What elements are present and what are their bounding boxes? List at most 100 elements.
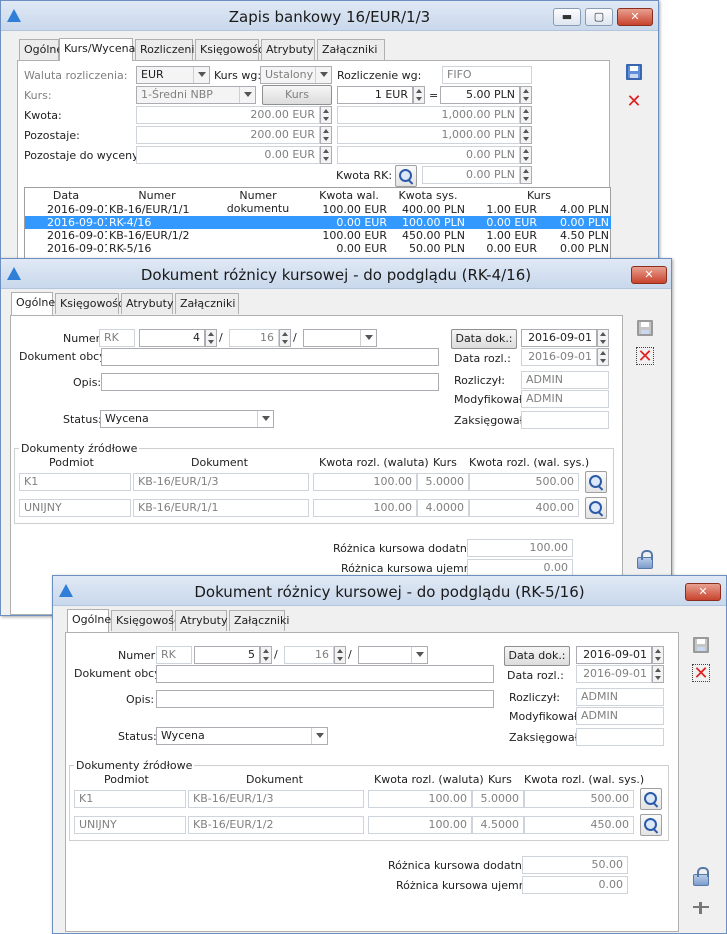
zaksiegowal-field[interactable]	[576, 728, 664, 746]
dok-obcy-field[interactable]	[101, 348, 439, 366]
kwota-field[interactable]: 100.00	[368, 816, 472, 834]
data-rozl-field[interactable]: 2016-09-01	[576, 665, 652, 683]
kwota-field[interactable]: 100.00	[368, 790, 472, 808]
pozostaje-wyc-eur-spinner[interactable]	[320, 146, 332, 164]
kwota-pln-field[interactable]: 1,000.00 PLN	[337, 106, 520, 124]
list-item[interactable]: UNIJNY KB-16/EUR/1/2 100.00 4.5000 450.0…	[70, 814, 670, 837]
save-button[interactable]	[623, 61, 645, 83]
close-icon[interactable]: ✕	[631, 266, 667, 284]
title-bar[interactable]: Dokument różnicy kursowej - do podglądu …	[53, 576, 726, 606]
list-item[interactable]: K1 KB-16/EUR/1/3 100.00 5.0000 500.00	[70, 788, 670, 810]
search-icon[interactable]	[585, 497, 607, 519]
numer-year-spinner[interactable]	[334, 646, 346, 664]
kwota-sys-field[interactable]: 500.00	[469, 473, 579, 491]
opis-field[interactable]	[101, 373, 439, 391]
title-bar[interactable]: Zapis bankowy 16/EUR/1/3 ▬ ▢ ✕	[1, 1, 658, 31]
col-data[interactable]: Data	[25, 189, 107, 203]
data-dok-spinner[interactable]	[597, 329, 609, 347]
col-numer[interactable]: Numer	[107, 189, 207, 203]
title-bar[interactable]: Dokument różnicy kursowej - do podglądu …	[1, 259, 671, 289]
numer-year-spinner[interactable]	[279, 329, 291, 347]
pozostaje-eur-spinner[interactable]	[320, 126, 332, 144]
podmiot-field[interactable]: K1	[19, 473, 131, 491]
maximize-icon[interactable]: ▢	[585, 8, 613, 26]
tab-ogolne[interactable]: Ogólne	[19, 39, 63, 60]
rozliczenie-wg-field[interactable]: FIFO	[442, 66, 532, 84]
table-row[interactable]: 2016-09-01 RK-5/16 0.00 EUR 50.00 PLN 0.…	[25, 242, 611, 255]
kurs-button[interactable]: Kurs	[262, 85, 332, 105]
tab-atrybuty[interactable]: Atrybuty	[175, 610, 227, 631]
kurs-wg-select[interactable]: Ustalony	[260, 66, 332, 84]
kwota-sys-field[interactable]: 400.00	[469, 499, 579, 517]
podmiot-field[interactable]: UNIJNY	[19, 499, 131, 517]
pozostaje-pln-field[interactable]: 1,000.00 PLN	[337, 126, 520, 144]
minimize-icon[interactable]: ▬	[553, 8, 581, 26]
lock-button[interactable]	[634, 549, 656, 571]
dok-obcy-field[interactable]	[156, 665, 494, 683]
series-select[interactable]	[303, 329, 377, 347]
kurs-pln-spinner[interactable]	[520, 86, 532, 104]
kurs-field[interactable]: 5.0000	[472, 790, 524, 808]
data-dok-field[interactable]: 2016-09-01	[521, 329, 597, 347]
data-dok-field[interactable]: 2016-09-01	[576, 646, 652, 664]
podmiot-field[interactable]: K1	[74, 790, 186, 808]
tab-zalaczniki[interactable]: Załączniki	[229, 610, 289, 631]
table-row-selected[interactable]: 2016-09-01 RK-4/16 0.00 EUR 100.00 PLN 0…	[25, 216, 611, 229]
tab-ksiegowosc[interactable]: Księgowość	[55, 293, 124, 314]
list-item[interactable]: UNIJNY KB-16/EUR/1/1 100.00 4.0000 400.0…	[15, 497, 615, 520]
numer-no-field[interactable]: 5	[194, 646, 260, 664]
tab-zalaczniki[interactable]: Załączniki	[317, 39, 385, 60]
tab-atrybuty[interactable]: Atrybuty	[121, 293, 173, 314]
kwota-eur-field[interactable]: 200.00 EUR	[136, 106, 320, 124]
table-row[interactable]: 2016-09-01 KB-16/EUR/1/1 100.00 EUR 400.…	[25, 203, 611, 216]
kwota-sys-field[interactable]: 450.00	[524, 816, 634, 834]
rozliczyl-field[interactable]: ADMIN	[521, 371, 609, 389]
search-icon[interactable]	[395, 165, 417, 187]
tab-kurs-wycena[interactable]: Kurs/Wycena	[59, 38, 135, 61]
close-icon[interactable]: ✕	[685, 583, 721, 601]
kwota-field[interactable]: 100.00	[313, 473, 417, 491]
search-icon[interactable]	[585, 471, 607, 493]
search-icon[interactable]	[640, 788, 662, 810]
tab-atrybuty[interactable]: Atrybuty	[261, 39, 315, 60]
col-numer-dokumentu[interactable]: Numer dokumentu	[207, 189, 309, 215]
dodatnia-field[interactable]: 100.00	[467, 539, 573, 557]
ujemna-field[interactable]: 0.00	[522, 876, 628, 894]
save-button[interactable]	[690, 634, 712, 656]
status-select[interactable]: Wycena	[100, 410, 274, 428]
tab-ksiegowosc[interactable]: Księgowość	[111, 610, 180, 631]
dokument-field[interactable]: KB-16/EUR/1/3	[133, 473, 309, 491]
zaksiegowal-field[interactable]	[521, 411, 609, 429]
kurs-field[interactable]: 5.0000	[417, 473, 469, 491]
status-select[interactable]: Wycena	[156, 727, 328, 745]
save-button[interactable]	[634, 317, 656, 339]
kwota-rk-spinner[interactable]	[520, 166, 532, 184]
kurs-field[interactable]: 4.5000	[472, 816, 524, 834]
kwota-eur-spinner[interactable]	[320, 106, 332, 124]
waluta-select[interactable]: EUR	[136, 66, 210, 84]
dokument-field[interactable]: KB-16/EUR/1/3	[188, 790, 364, 808]
table-row[interactable]: 2016-09-01 KB-16/EUR/1/2 100.00 EUR 450.…	[25, 229, 611, 242]
kwota-pln-spinner[interactable]	[520, 106, 532, 124]
pozostaje-wyc-pln-field[interactable]: 0.00 PLN	[337, 146, 520, 164]
kwota-field[interactable]: 100.00	[313, 499, 417, 517]
pozostaje-eur-field[interactable]: 200.00 EUR	[136, 126, 320, 144]
tab-rozliczenia[interactable]: Rozliczenia	[135, 39, 201, 60]
kurs-select[interactable]: 1-Średni NBP	[136, 86, 256, 104]
tab-ogolne[interactable]: Ogólne	[67, 609, 111, 632]
rozliczyl-field[interactable]: ADMIN	[576, 688, 664, 706]
numer-rk-field[interactable]: RK	[99, 329, 135, 347]
cancel-button[interactable]: ✕	[634, 345, 656, 367]
dokument-field[interactable]: KB-16/EUR/1/2	[188, 816, 364, 834]
data-rozl-spinner[interactable]	[597, 348, 609, 366]
numer-no-spinner[interactable]	[260, 646, 272, 664]
close-icon[interactable]: ✕	[617, 8, 653, 26]
numer-no-spinner[interactable]	[205, 329, 217, 347]
col-kwota-wal[interactable]: Kwota wal.	[309, 189, 389, 203]
data-dok-button[interactable]: Data dok.:	[504, 646, 570, 666]
numer-year-field[interactable]: 16	[284, 646, 334, 664]
series-select[interactable]	[358, 646, 428, 664]
kurs-pln-field[interactable]: 5.00 PLN	[440, 86, 520, 104]
kurs-eur-spinner[interactable]	[413, 86, 425, 104]
numer-no-field[interactable]: 4	[139, 329, 205, 347]
